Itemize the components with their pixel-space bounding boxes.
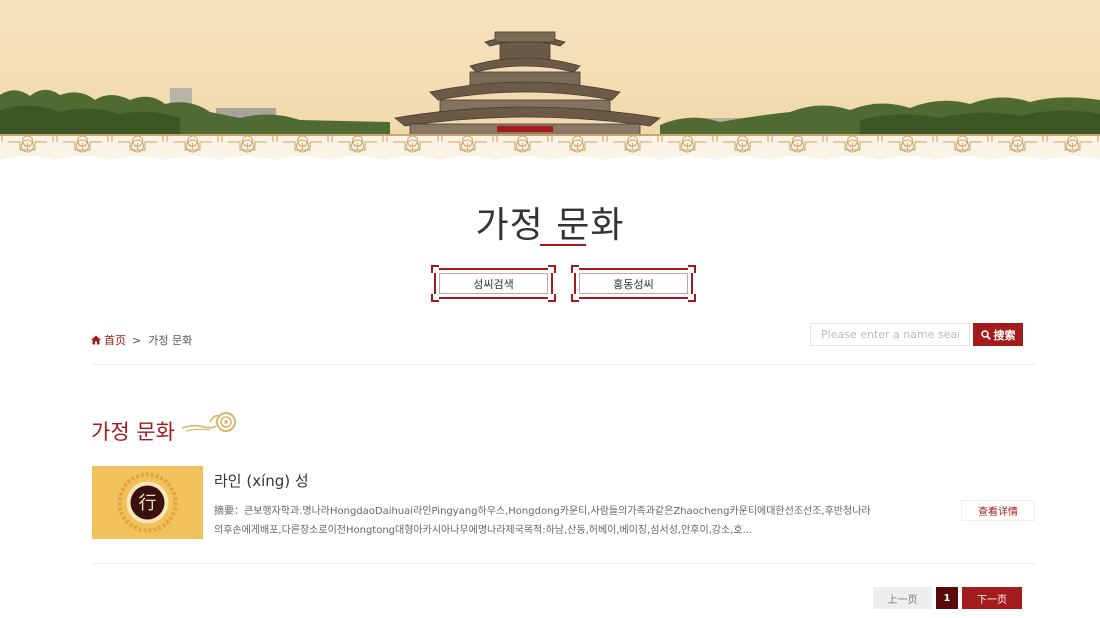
breadcrumb-home-link[interactable]: 首页 <box>104 332 126 348</box>
breadcrumb: 首页 > 가정 문화 <box>91 332 192 348</box>
page-number-current[interactable]: 1 <box>936 587 958 609</box>
hongdong-surname-label: 홍동성씨 <box>613 277 654 291</box>
surname-search-button[interactable]: 성씨검색 <box>431 265 556 302</box>
breadcrumb-separator: > <box>132 333 142 347</box>
article-thumbnail[interactable]: 行 <box>92 466 203 539</box>
article-title[interactable]: 라인 (xíng) 성 <box>214 470 309 491</box>
header-banner <box>0 0 1100 165</box>
surname-search-label: 성씨검색 <box>473 277 514 291</box>
page-title: 가정 문화 <box>475 205 625 246</box>
divider <box>91 563 1036 564</box>
search-icon <box>980 329 991 340</box>
temple-banner-image <box>0 31 1100 165</box>
search-button-label: 搜索 <box>993 329 1016 342</box>
title-underline <box>540 244 586 246</box>
divider <box>91 364 1036 365</box>
breadcrumb-current: 가정 문화 <box>148 334 193 347</box>
section-title: 가정 문화 <box>91 420 175 444</box>
article-summary: 摘要：큰보행자학과.명나라HongdaoDaihuai라인Pingyang하우스… <box>214 506 871 536</box>
search-input[interactable] <box>810 323 970 346</box>
view-details-button[interactable]: 查看详情 <box>961 500 1035 521</box>
thumbnail-char: 行 <box>139 493 157 514</box>
home-icon <box>91 335 101 345</box>
search-button[interactable]: 搜索 <box>973 323 1023 346</box>
prev-page-button[interactable]: 上一页 <box>873 587 932 609</box>
auspicious-cloud-icon <box>181 412 236 432</box>
hongdong-surname-button[interactable]: 홍동성씨 <box>571 265 696 302</box>
next-page-button[interactable]: 下一页 <box>962 587 1022 609</box>
